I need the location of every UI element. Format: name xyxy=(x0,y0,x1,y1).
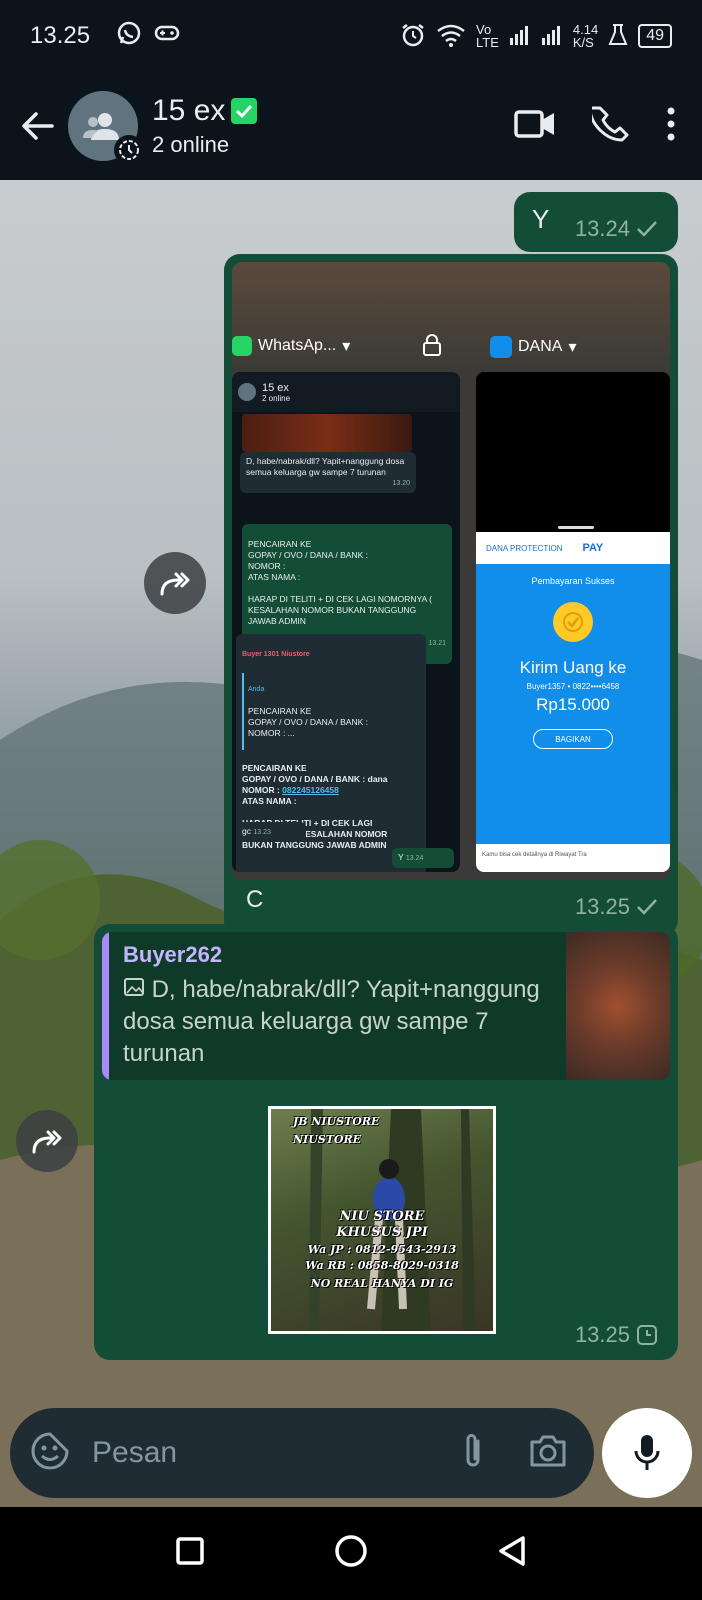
quoted-text: D, habe/nabrak/dll? Yapit+nanggung dosa … xyxy=(123,976,540,1067)
mini-message: Y 13.24 xyxy=(392,848,454,868)
signal-icon-1 xyxy=(509,24,531,49)
message-time: 13.24 xyxy=(574,216,630,241)
image-caption: C xyxy=(246,886,264,913)
quoted-message[interactable]: Buyer262 D, habe/nabrak/dll? Yapit+nangg… xyxy=(102,932,670,1080)
wifi-icon xyxy=(436,23,466,50)
back-nav-button[interactable] xyxy=(497,1535,527,1572)
image-icon xyxy=(123,976,152,1003)
forward-icon xyxy=(160,572,190,596)
group-avatar[interactable] xyxy=(68,91,144,165)
dana-app-icon xyxy=(490,336,512,358)
clock-pending-icon xyxy=(637,1325,657,1345)
message-input-bar: Pesan xyxy=(10,1408,594,1498)
single-check-icon xyxy=(637,221,657,237)
blurred-image xyxy=(242,414,412,452)
screenshot-image[interactable]: WhatsAp... ▾ DANA ▾ 15 ex 2 online D, ha… xyxy=(232,262,670,880)
home-button[interactable] xyxy=(334,1534,368,1573)
kebab-menu-icon xyxy=(667,107,675,140)
attach-button[interactable] xyxy=(462,1431,484,1476)
whatsapp-preview-card: 15 ex 2 online D, habe/nabrak/dll? Yapit… xyxy=(232,372,460,872)
success-coin-icon xyxy=(553,602,593,642)
arrow-left-icon xyxy=(22,112,54,140)
message-bubble-y[interactable]: Y 13.24 xyxy=(514,192,678,252)
sticker-text: NIU STORE xyxy=(339,1209,425,1224)
paperclip-icon xyxy=(466,1433,480,1466)
sticker-image[interactable]: JB NIUSTORE NIUSTORE NIU STORE KHUSUS JP… xyxy=(268,1106,496,1334)
volte-indicator: Vo LTE xyxy=(476,22,499,50)
system-nav-bar xyxy=(0,1507,702,1600)
triangle-back-icon xyxy=(499,1536,526,1566)
quoted-sender: Buyer262 xyxy=(123,942,223,967)
forward-button[interactable] xyxy=(16,1110,78,1172)
emoji-sticker-icon xyxy=(31,1431,69,1469)
sticker-text: Wa RB : 0858-8029-0318 xyxy=(305,1259,459,1272)
whatsapp-app-icon xyxy=(232,336,252,356)
mini-message: D, habe/nabrak/dll? Yapit+nanggung dosa … xyxy=(240,452,416,493)
voice-record-button[interactable] xyxy=(602,1408,692,1498)
dana-preview-card: DANA PROTECTION PAY Pembayaran Sukses Ki… xyxy=(476,372,670,872)
forward-icon xyxy=(32,1130,62,1154)
camera-icon xyxy=(530,1435,566,1466)
camera-button[interactable] xyxy=(528,1434,568,1473)
flask-icon xyxy=(608,23,628,50)
chat-info[interactable]: 15 ex 2 online xyxy=(152,94,258,158)
lock-icon xyxy=(422,334,442,361)
sticker-text: KHUSUS JPI xyxy=(336,1225,428,1240)
video-camera-icon xyxy=(514,109,554,138)
recents-button[interactable] xyxy=(175,1536,205,1571)
message-input[interactable]: Pesan xyxy=(92,1436,462,1470)
alarm-icon xyxy=(400,22,426,51)
check-emoji-icon xyxy=(231,98,258,124)
whatsapp-notification-icon xyxy=(116,20,142,53)
phone-icon xyxy=(588,106,629,141)
chevron-down-icon: ▾ xyxy=(568,339,577,356)
square-icon xyxy=(175,1537,204,1565)
sticker-text: NO REAL HANYA DI IG xyxy=(310,1277,454,1290)
more-options-button[interactable] xyxy=(666,107,676,146)
back-button[interactable] xyxy=(8,96,68,156)
recent-app-whatsapp: WhatsAp... ▾ xyxy=(232,336,350,356)
network-speed: 4.14 K/S xyxy=(572,22,599,50)
circle-icon xyxy=(335,1535,367,1567)
sticker-text: NIUSTORE xyxy=(293,1133,362,1146)
chat-area[interactable]: Y 13.24 WhatsAp... ▾ DANA ▾ 15 ex 2 onli… xyxy=(0,180,702,1507)
video-call-button[interactable] xyxy=(514,108,556,145)
mini-message: gc 13.23 xyxy=(236,822,306,842)
recent-app-dana: DANA ▾ xyxy=(490,336,576,358)
sticker-text: Wa JP : 0812-9543-2913 xyxy=(307,1243,457,1256)
battery-level: 49 xyxy=(638,24,672,48)
chevron-down-icon: ▾ xyxy=(342,338,351,355)
signal-icon-2 xyxy=(541,24,563,49)
single-check-icon xyxy=(637,899,657,915)
forward-button[interactable] xyxy=(144,552,206,614)
sticker-text: JB NIUSTORE xyxy=(293,1115,380,1128)
disappearing-timer-icon xyxy=(114,135,144,165)
message-text: Y xyxy=(532,204,550,234)
voice-call-button[interactable] xyxy=(588,105,630,148)
status-bar: 13.25 Vo LTE 4.14 K/S 49 xyxy=(0,0,702,72)
sticker-button[interactable] xyxy=(30,1431,70,1476)
chat-subtitle: 2 online xyxy=(152,132,230,157)
status-time: 13.25 xyxy=(30,22,91,49)
group-icon xyxy=(238,383,256,401)
microphone-icon xyxy=(634,1435,660,1470)
chat-title: 15 ex xyxy=(152,94,226,127)
quoted-thumbnail xyxy=(566,932,670,1080)
image-message[interactable]: WhatsAp... ▾ DANA ▾ 15 ex 2 online D, ha… xyxy=(224,254,678,936)
message-time: 13.25 xyxy=(574,894,630,919)
message-time: 13.25 xyxy=(574,1322,630,1347)
group-icon xyxy=(83,113,119,140)
chat-header: 15 ex 2 online xyxy=(0,72,702,180)
reply-message[interactable]: Buyer262 D, habe/nabrak/dll? Yapit+nangg… xyxy=(94,924,678,1360)
gamepad-notification-icon xyxy=(154,22,180,50)
